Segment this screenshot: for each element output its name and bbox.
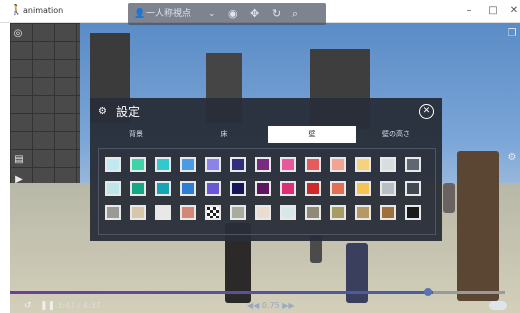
tab-background[interactable]: 背景: [92, 126, 180, 143]
color-swatch[interactable]: [280, 205, 296, 220]
person: [457, 151, 499, 301]
restart-icon[interactable]: ↺: [24, 300, 32, 312]
gear-icon: ⚙: [98, 106, 107, 117]
color-swatch[interactable]: [280, 157, 296, 172]
color-swatch[interactable]: [405, 205, 421, 220]
maximize-button[interactable]: □: [485, 4, 501, 18]
settings-icon[interactable]: ⚙: [506, 152, 518, 164]
toggle-switch[interactable]: [489, 301, 507, 310]
color-swatch[interactable]: [180, 181, 196, 196]
color-swatch[interactable]: [105, 205, 121, 220]
progress-thumb[interactable]: [424, 288, 432, 296]
color-swatch[interactable]: [280, 181, 296, 196]
color-swatch[interactable]: [355, 157, 371, 172]
color-swatch[interactable]: [405, 157, 421, 172]
color-swatch[interactable]: [230, 157, 246, 172]
close-window-button[interactable]: ✕: [506, 4, 520, 18]
settings-tabs: 背景 床 壁 壁の高さ: [90, 126, 442, 143]
color-swatch[interactable]: [330, 181, 346, 196]
chevron-down-icon[interactable]: ⌄: [208, 7, 216, 21]
color-swatch[interactable]: [155, 157, 171, 172]
minimize-button[interactable]: –: [461, 4, 477, 18]
color-swatch[interactable]: [355, 181, 371, 196]
wall-swatch-grid: [98, 148, 436, 235]
color-swatch[interactable]: [130, 181, 146, 196]
color-swatch[interactable]: [180, 157, 196, 172]
settings-panel: ⚙ 設定 ✕ 背景 床 壁 壁の高さ: [90, 98, 442, 241]
speed-control[interactable]: ◀◀ 0.75 ▶▶: [247, 300, 295, 312]
target-icon[interactable]: ◎: [12, 28, 24, 40]
settings-header: ⚙ 設定 ✕: [90, 98, 442, 126]
globe-icon[interactable]: ◉: [228, 7, 238, 21]
time-readout: 3:47 / 4:37: [57, 301, 101, 310]
color-swatch[interactable]: [105, 157, 121, 172]
reset-view-icon[interactable]: ❐: [506, 28, 518, 40]
color-swatch[interactable]: [405, 181, 421, 196]
color-swatch[interactable]: [380, 205, 396, 220]
view-mode-label[interactable]: 一人称視点: [146, 7, 191, 21]
color-swatch[interactable]: [180, 205, 196, 220]
window-title: animation: [23, 6, 64, 15]
color-swatch[interactable]: [205, 157, 221, 172]
view-toolbar: 👤 一人称視点 ⌄ ◉ ✥ ↻ ⌕: [128, 3, 326, 25]
color-swatch[interactable]: [380, 181, 396, 196]
color-swatch[interactable]: [255, 205, 271, 220]
person: [346, 243, 368, 303]
settings-title: 設定: [116, 105, 141, 119]
color-swatch[interactable]: [230, 205, 246, 220]
color-swatch[interactable]: [155, 205, 171, 220]
tab-wall-height[interactable]: 壁の高さ: [352, 126, 440, 143]
color-swatch[interactable]: [330, 205, 346, 220]
progress-bar[interactable]: [10, 291, 433, 294]
color-swatch[interactable]: [330, 157, 346, 172]
color-swatch[interactable]: [305, 157, 321, 172]
camera-icon[interactable]: ▶: [13, 174, 25, 186]
rotate-icon[interactable]: ↻: [272, 7, 281, 21]
move-icon[interactable]: ✥: [250, 7, 259, 21]
color-swatch[interactable]: [305, 205, 321, 220]
person: [443, 183, 455, 213]
close-settings-button[interactable]: ✕: [419, 104, 434, 119]
color-swatch[interactable]: [205, 181, 221, 196]
pause-icon[interactable]: ❚❚: [40, 300, 55, 312]
tab-wall[interactable]: 壁: [268, 126, 356, 143]
tab-floor[interactable]: 床: [180, 126, 268, 143]
person-icon: 👤: [134, 9, 146, 19]
color-swatch[interactable]: [155, 181, 171, 196]
color-swatch[interactable]: [255, 157, 271, 172]
color-swatch[interactable]: [105, 181, 121, 196]
progress-track[interactable]: [433, 291, 505, 294]
walker-icon: 🚶: [10, 5, 23, 16]
color-swatch[interactable]: [380, 157, 396, 172]
color-swatch[interactable]: [230, 181, 246, 196]
color-swatch[interactable]: [130, 205, 146, 220]
layers-icon[interactable]: ▤: [13, 154, 25, 166]
color-swatch[interactable]: [305, 181, 321, 196]
zoom-icon[interactable]: ⌕: [292, 7, 298, 21]
color-swatch[interactable]: [255, 181, 271, 196]
color-swatch[interactable]: [130, 157, 146, 172]
color-swatch[interactable]: [355, 205, 371, 220]
color-swatch[interactable]: [205, 205, 221, 220]
